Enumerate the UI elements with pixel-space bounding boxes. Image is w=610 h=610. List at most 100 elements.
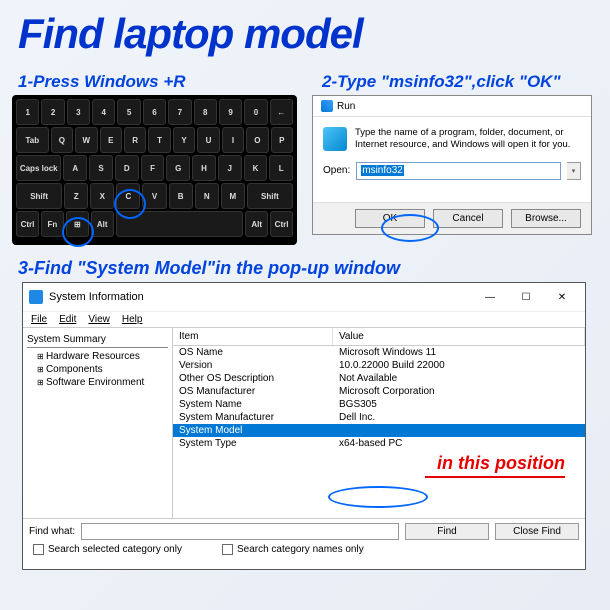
key-f: F (141, 155, 165, 181)
tree-item[interactable]: Hardware Resources (27, 350, 168, 363)
menu-view[interactable]: View (88, 314, 110, 325)
cell-value: Dell Inc. (333, 411, 585, 424)
cell-value: Not Available (333, 372, 585, 385)
step-2-label: 2-Type "msinfo32",click "OK" (322, 72, 561, 92)
cell-value (333, 424, 585, 437)
browse-button[interactable]: Browse... (511, 209, 581, 228)
details-grid: Item Value OS NameMicrosoft Windows 11Ve… (173, 328, 585, 518)
menu-file[interactable]: File (31, 314, 47, 325)
cancel-button[interactable]: Cancel (433, 209, 503, 228)
key-9: 9 (219, 99, 242, 125)
open-label: Open: (323, 165, 350, 176)
menu-help[interactable]: Help (122, 314, 143, 325)
maximize-button[interactable]: ☐ (509, 287, 543, 307)
run-input[interactable]: msinfo32 (356, 162, 561, 180)
step-3-label: 3-Find "System Model"in the pop-up windo… (18, 258, 400, 279)
table-row[interactable]: Version10.0.22000 Build 22000 (173, 359, 585, 372)
tree-panel[interactable]: System Summary Hardware ResourcesCompone… (23, 328, 173, 518)
cell-item: OS Manufacturer (173, 385, 333, 398)
cell-item: System Type (173, 437, 333, 450)
cell-item: Version (173, 359, 333, 372)
table-row[interactable]: OS NameMicrosoft Windows 11 (173, 346, 585, 359)
run-icon (321, 100, 333, 112)
key-e: E (100, 127, 122, 153)
key-1: 1 (16, 99, 39, 125)
find-button[interactable]: Find (405, 523, 489, 540)
tree-root[interactable]: System Summary (27, 332, 168, 348)
key-8: 8 (194, 99, 217, 125)
cell-item: System Name (173, 398, 333, 411)
key-tab: Tab (16, 127, 49, 153)
key-d: D (115, 155, 139, 181)
key-4: 4 (92, 99, 115, 125)
cell-item: OS Name (173, 346, 333, 359)
close-button[interactable]: ✕ (545, 287, 579, 307)
menu-edit[interactable]: Edit (59, 314, 76, 325)
key-u: U (197, 127, 219, 153)
key-s: S (89, 155, 113, 181)
run-dialog: Run Type the name of a program, folder, … (312, 95, 592, 235)
col-item[interactable]: Item (173, 328, 333, 345)
cell-value: x64-based PC (333, 437, 585, 450)
sysinfo-icon (29, 290, 43, 304)
key-v: V (142, 183, 166, 209)
key-5: 5 (117, 99, 140, 125)
key-alt: Alt (91, 211, 114, 237)
cell-item: System Manufacturer (173, 411, 333, 424)
annotation-text: in this position (437, 453, 565, 474)
key-fn: Fn (41, 211, 64, 237)
key-7: 7 (168, 99, 191, 125)
key-b: B (169, 183, 193, 209)
key-j: J (218, 155, 242, 181)
checkbox-selected-category[interactable]: Search selected category only (33, 544, 182, 555)
ok-button[interactable]: OK (355, 209, 425, 228)
key-0: 0 (244, 99, 267, 125)
key-←: ← (270, 99, 293, 125)
run-app-icon (323, 127, 347, 151)
key-ctrl: Ctrl (16, 211, 39, 237)
key-6: 6 (143, 99, 166, 125)
keyboard-illustration: 1234567890← TabQWERTYUIOP Caps lockASDFG… (12, 95, 297, 245)
cell-item: System Model (173, 424, 333, 437)
key-h: H (192, 155, 216, 181)
key-r: R (124, 127, 146, 153)
key-2: 2 (41, 99, 64, 125)
table-row[interactable]: System Typex64-based PC (173, 437, 585, 450)
key-shift: Shift (247, 183, 293, 209)
table-row[interactable]: OS ManufacturerMicrosoft Corporation (173, 385, 585, 398)
checkbox-icon (33, 544, 44, 555)
find-input[interactable] (81, 523, 399, 540)
run-title-text: Run (337, 101, 355, 112)
page-title: Find laptop model (0, 0, 610, 63)
find-label: Find what: (29, 526, 75, 537)
key-n: N (195, 183, 219, 209)
annotation-underline (425, 476, 565, 478)
key-ctrl: Ctrl (270, 211, 293, 237)
key-m: M (221, 183, 245, 209)
run-description: Type the name of a program, folder, docu… (355, 127, 581, 152)
key-x: X (90, 183, 114, 209)
checkbox-category-names[interactable]: Search category names only (222, 544, 364, 555)
system-information-window: System Information — ☐ ✕ File Edit View Hel… (22, 282, 586, 570)
cell-item: Other OS Description (173, 372, 333, 385)
tree-item[interactable]: Software Environment (27, 376, 168, 389)
key-l: L (269, 155, 293, 181)
key-3: 3 (67, 99, 90, 125)
table-row[interactable]: System NameBGS305 (173, 398, 585, 411)
key-g: G (166, 155, 190, 181)
col-value[interactable]: Value (333, 328, 585, 345)
dropdown-arrow-icon[interactable]: ▾ (567, 162, 581, 180)
tree-item[interactable]: Components (27, 363, 168, 376)
key-c: C (116, 183, 140, 209)
key-i: I (222, 127, 244, 153)
table-row[interactable]: Other OS DescriptionNot Available (173, 372, 585, 385)
close-find-button[interactable]: Close Find (495, 523, 579, 540)
table-row[interactable]: System Model (173, 424, 585, 437)
table-row[interactable]: System ManufacturerDell Inc. (173, 411, 585, 424)
minimize-button[interactable]: — (473, 287, 507, 307)
sysinfo-title: System Information (49, 291, 467, 303)
key-k: K (244, 155, 268, 181)
key-o: O (246, 127, 268, 153)
run-input-value: msinfo32 (361, 165, 404, 176)
cell-value: Microsoft Windows 11 (333, 346, 585, 359)
